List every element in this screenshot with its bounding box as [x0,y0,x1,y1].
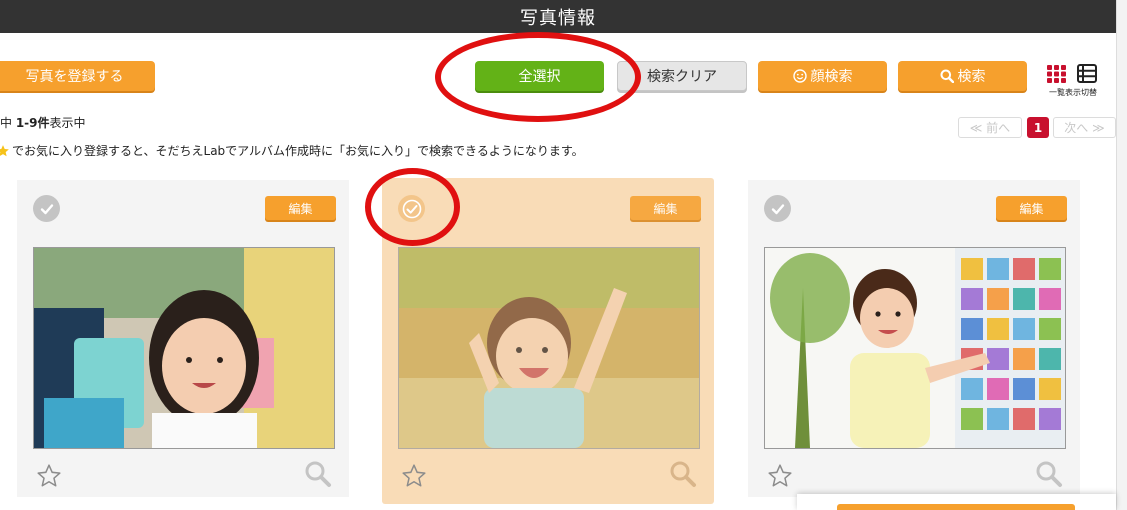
grid-view-icon[interactable] [1047,65,1067,83]
search-icon [940,69,954,83]
photo-thumbnail[interactable] [764,247,1066,449]
select-check-icon[interactable] [33,195,60,222]
page-header: 写真情報 [0,0,1116,33]
scrollbar[interactable] [1116,0,1127,510]
bottom-panel-edge [797,494,1116,510]
view-toggle-caption: 一覧表示切替 [1049,88,1097,97]
search-button[interactable]: 検索 [898,61,1027,91]
star-icon [0,144,9,156]
select-all-label: 全選択 [518,69,561,85]
result-count-suffix: 表示中 [49,116,86,130]
view-toggle[interactable]: 一覧表示切替 [1041,63,1105,99]
favorites-note: でお気に入り登録すると、そだちえLabでアルバム作成時に「お気に入り」で検索でき… [0,142,584,159]
list-view-icon[interactable] [1077,64,1097,83]
zoom-icon[interactable] [1035,460,1063,488]
zoom-icon[interactable] [304,460,332,488]
selected-check-icon[interactable] [398,195,425,222]
face-search-button[interactable]: 顔検索 [758,61,887,91]
edit-button[interactable]: 編集 [996,196,1067,220]
result-count-prefix: 中 [0,116,16,130]
face-search-label: 顔検索 [810,69,853,85]
favorite-star-icon[interactable] [767,463,793,489]
select-all-button[interactable]: 全選択 [475,61,604,91]
smile-icon [792,69,807,83]
photo-card[interactable]: 編集 [17,180,349,497]
clear-search-button[interactable]: 検索クリア [617,61,747,91]
favorite-star-icon[interactable] [401,463,427,489]
clear-search-label: 検索クリア [647,69,717,85]
result-count-range: 1-9件 [15,116,50,130]
register-photo-label: 写真を登録する [25,69,124,85]
edit-button[interactable]: 編集 [265,196,336,220]
register-photo-button[interactable]: 写真を登録する [0,61,155,91]
search-label: 検索 [957,69,986,85]
photo-card-selected[interactable]: 編集 [382,178,714,504]
select-check-icon[interactable] [764,195,791,222]
photo-thumbnail[interactable] [398,247,700,449]
zoom-icon[interactable] [669,460,697,488]
bottom-panel-button-edge[interactable] [837,504,1075,510]
favorites-note-text: でお気に入り登録すると、そだちえLabでアルバム作成時に「お気に入り」で検索でき… [12,144,584,158]
result-count: 中 1-9件表示中 [0,114,86,131]
edit-button[interactable]: 編集 [630,196,701,220]
current-page[interactable]: 1 [1027,117,1049,138]
photo-thumbnail[interactable] [33,247,335,449]
next-page-button[interactable]: 次へ ≫ [1053,117,1116,138]
page-title: 写真情報 [520,7,596,29]
favorite-star-icon[interactable] [36,463,62,489]
photo-card[interactable]: 編集 [748,180,1080,497]
prev-page-button[interactable]: ≪ 前へ [958,117,1022,138]
